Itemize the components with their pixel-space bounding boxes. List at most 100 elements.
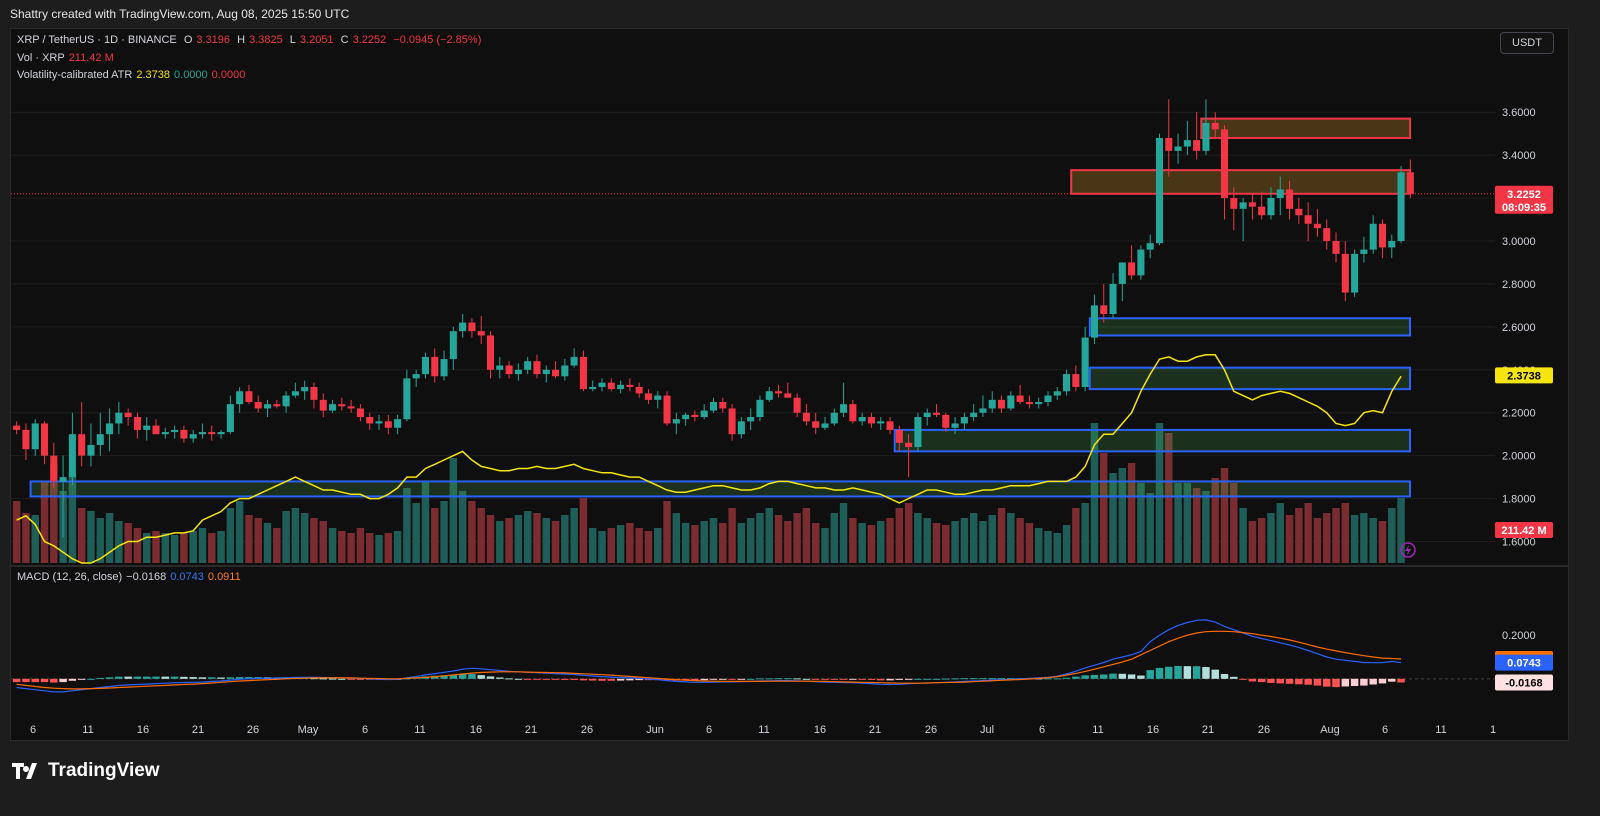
volume-bar	[960, 518, 969, 563]
volume-bar	[1202, 491, 1210, 563]
macd-hist-bar	[969, 678, 978, 680]
candle-body	[394, 419, 402, 428]
candle-body	[1053, 391, 1061, 396]
macd-hist-bar	[1388, 678, 1396, 682]
time-tick-label: 16	[1147, 724, 1159, 736]
volume-bar	[412, 503, 420, 563]
volume-bar	[393, 531, 402, 563]
macd-hist-bar	[1155, 667, 1164, 679]
candle-body	[496, 365, 504, 370]
candle-body	[273, 404, 281, 407]
volume-bar	[523, 511, 532, 563]
candle-body	[635, 386, 643, 394]
candle-body	[459, 322, 467, 332]
volume-bar	[366, 533, 374, 563]
candle-body	[96, 434, 104, 445]
macd-hist-bar	[124, 676, 132, 679]
volume-bar	[533, 513, 541, 563]
macd-hist-bar	[756, 678, 764, 680]
candle-body	[1332, 241, 1340, 254]
macd-hist-bar	[1109, 673, 1117, 679]
candle-body	[988, 399, 996, 409]
candle-body	[1286, 189, 1294, 209]
candle-body	[1035, 402, 1043, 405]
macd-hist-bar	[1174, 665, 1182, 679]
candle-body	[895, 429, 903, 443]
time-tick-label: 21	[869, 724, 881, 736]
macd-hist-bar	[514, 678, 523, 680]
time-tick-label: 11	[758, 724, 769, 736]
time-tick-label: 21	[1202, 724, 1214, 736]
volume-bar	[849, 518, 857, 563]
candle-body	[728, 408, 736, 435]
macd-hist-bar	[1248, 678, 1257, 682]
time-tick-label: 6	[1382, 724, 1388, 736]
candle-body	[366, 417, 374, 424]
macd-hist-bar	[133, 676, 142, 679]
macd-hist-bar	[496, 677, 504, 679]
candle-body	[1248, 202, 1256, 207]
macd-hist-bar	[235, 677, 244, 679]
macd-hist-bar	[68, 678, 77, 681]
time-tick-label: May	[298, 724, 319, 736]
macd-hist-bar	[1313, 678, 1322, 686]
candle-body	[124, 412, 132, 418]
macd-hist-bar	[328, 678, 337, 680]
candle-body	[236, 391, 244, 405]
candle-body	[607, 382, 615, 390]
candle-body	[1007, 395, 1015, 409]
candle-body	[709, 402, 718, 411]
volume-bar	[375, 535, 383, 563]
volume-bar	[932, 523, 941, 563]
volume-bar	[403, 488, 411, 563]
candle-body	[1351, 253, 1359, 293]
volume-bar	[1341, 503, 1350, 563]
macd-hist-bar	[477, 675, 485, 679]
macd-hist-bar	[31, 678, 39, 683]
candle-body	[682, 414, 690, 420]
price-tick-label: 3.0000	[1502, 236, 1536, 248]
macd-hist-bar	[1183, 666, 1192, 679]
time-tick-label: 16	[137, 724, 149, 736]
candle-body	[570, 356, 578, 366]
macd-hist-bar	[1323, 678, 1331, 687]
candle-body	[942, 414, 950, 428]
candle-body	[319, 399, 327, 411]
macd-hist-bar	[180, 676, 188, 679]
time-tick-label: 1	[1490, 724, 1496, 736]
candle-body	[291, 391, 299, 396]
volume-bar	[1007, 513, 1015, 563]
chart-svg[interactable]: 3.60003.40003.20003.00002.80002.60002.40…	[0, 0, 1600, 816]
time-tick-label: 11	[1092, 724, 1103, 736]
time-tick-label: 26	[1258, 724, 1270, 736]
volume-bar	[561, 515, 569, 563]
volume-bar	[161, 533, 170, 563]
volume-bar	[282, 511, 290, 563]
candle-body	[1155, 137, 1164, 244]
candle-body	[765, 391, 773, 400]
macd-hist-bar	[87, 678, 95, 680]
zone-blue	[893, 428, 1411, 453]
zones	[29, 117, 1412, 498]
candle-body	[1137, 249, 1145, 276]
candle-body	[59, 477, 67, 482]
candle-body	[533, 361, 541, 375]
volume-bar	[672, 513, 681, 563]
macd-hist-bar	[152, 676, 160, 679]
candle-body	[245, 391, 253, 402]
volume-bar	[1285, 515, 1294, 563]
volume-bar	[626, 523, 634, 563]
candle-body	[282, 395, 290, 407]
candle-body	[1090, 305, 1098, 338]
volume-bar	[254, 518, 262, 563]
candle-body	[505, 365, 513, 375]
volume-bar	[979, 521, 987, 563]
macd-hist-bar	[198, 677, 207, 679]
macd-hist-bar	[588, 678, 597, 681]
time-tick-label: 26	[247, 724, 259, 736]
candle-body	[644, 393, 652, 400]
price-tick-label: 3.6000	[1502, 107, 1536, 119]
macd-hist-bar	[1369, 678, 1377, 685]
candle-body	[877, 421, 885, 424]
volume-bar	[496, 521, 504, 563]
